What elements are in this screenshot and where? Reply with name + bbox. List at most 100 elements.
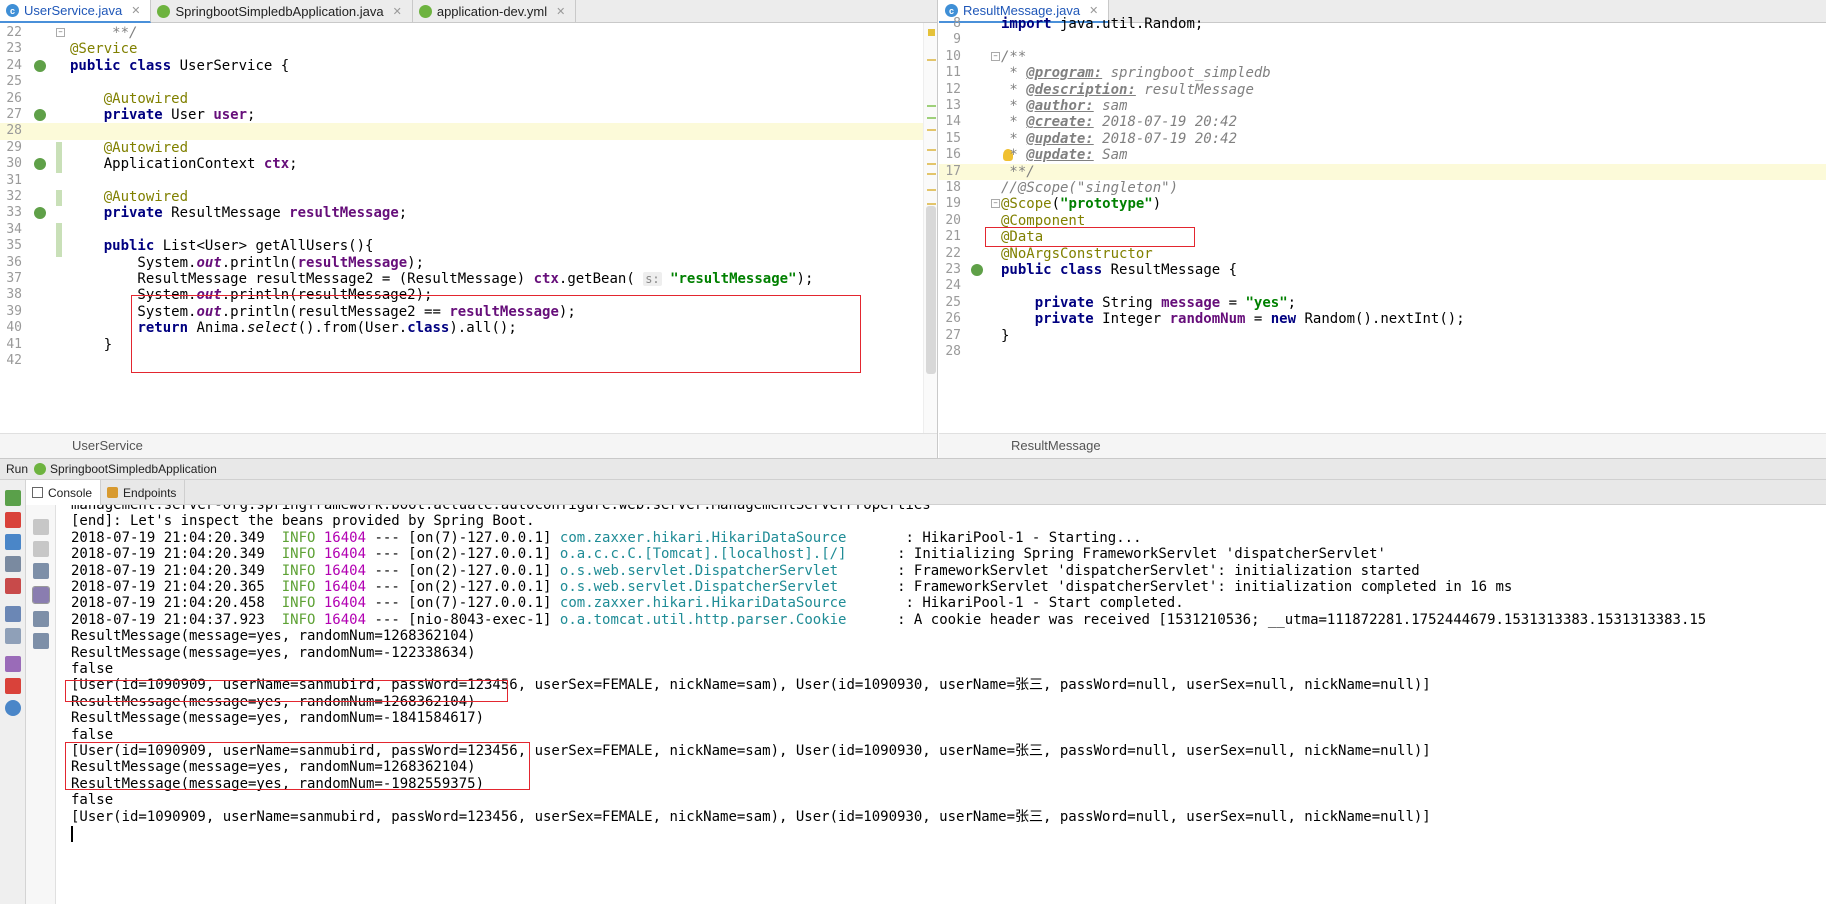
up-arrow-icon[interactable] (33, 519, 49, 535)
code-line[interactable]: 24 (939, 278, 1826, 294)
close-icon[interactable]: ✕ (393, 5, 402, 18)
tab-springbootsimpledbapplication-java[interactable]: SpringbootSimpledbApplication.java ✕ (151, 0, 413, 23)
code-line[interactable]: 29 @Autowired (0, 140, 937, 156)
code-line[interactable]: 32 @Autowired (0, 189, 937, 205)
code-line[interactable]: 8 import java.util.Random; (939, 16, 1826, 32)
spring-bean-icon[interactable] (971, 264, 983, 276)
line-number: 25 (6, 74, 22, 90)
vcs-change-marker[interactable] (56, 223, 62, 257)
code-line[interactable]: 22 − **/ (0, 25, 937, 41)
console-line: ResultMessage(message=yes, randomNum=-18… (71, 710, 484, 726)
code-token: ; (247, 107, 256, 123)
fold-icon[interactable]: − (991, 199, 1000, 209)
tab-application-dev-yml[interactable]: application-dev.yml ✕ (413, 0, 577, 23)
line-number: 28 (6, 123, 22, 139)
spring-icon (157, 5, 171, 18)
code-line[interactable]: 12 * @description: resultMessage (939, 82, 1826, 98)
code-line[interactable]: 27 private User user; (0, 107, 937, 123)
spring-bean-icon[interactable] (34, 109, 46, 121)
camera-icon[interactable] (5, 556, 21, 572)
code-line[interactable]: 37 ResultMessage resultMessage2 = (Resul… (0, 271, 937, 287)
down-arrow-icon[interactable] (33, 541, 49, 557)
code-line[interactable]: 9 (939, 32, 1826, 48)
code-line[interactable]: 16 * @update: Sam (939, 147, 1826, 163)
breadcrumb-class[interactable]: ResultMessage (939, 438, 1101, 453)
tab-userservice-java[interactable]: c UserService.java ✕ (0, 0, 152, 23)
console-icon (32, 487, 43, 498)
rerun-icon[interactable] (5, 490, 21, 506)
code-line[interactable]: 14 * @create: 2018-07-19 20:42 (939, 114, 1826, 130)
code-line[interactable]: 28 (939, 344, 1826, 360)
line-number: 22 (6, 25, 22, 40)
code-line[interactable]: 17 **/ (939, 163, 1826, 180)
line-number: 27 (945, 327, 961, 343)
editor-left-scroll-markers[interactable] (923, 23, 937, 433)
code-line[interactable]: 10 −/** (939, 49, 1826, 65)
pause-icon[interactable] (5, 534, 21, 550)
console-token: 2018-07-19 21:04:20.458 (71, 595, 282, 612)
code-line[interactable]: 22 @NoArgsConstructor (939, 246, 1826, 262)
code-line[interactable]: 15 * @update: 2018-07-19 20:42 (939, 131, 1826, 147)
layout-icon[interactable] (5, 606, 21, 622)
tab-console[interactable]: Console (26, 480, 102, 505)
fold-icon[interactable]: − (991, 51, 1000, 61)
line-number: 23 (6, 41, 22, 57)
code-line[interactable]: 36 System.out.println(resultMessage); (0, 255, 937, 271)
trash-icon[interactable] (33, 633, 49, 649)
spring-bean-icon[interactable] (34, 207, 46, 220)
spring-bean-icon[interactable] (34, 59, 46, 72)
console-output[interactable]: management.server-org.springframework.bo… (56, 505, 1826, 904)
tab-endpoints[interactable]: Endpoints (101, 480, 186, 505)
exit-icon[interactable] (5, 578, 21, 594)
console-token: 2018-07-19 21:04:20.349 (71, 562, 282, 579)
close-icon[interactable]: ✕ (131, 4, 140, 17)
console-token: com.zaxxer.hikari.HikariDataSource (559, 595, 898, 612)
fold-icon[interactable]: − (56, 28, 65, 37)
code-text: public List<User> getAllUsers(){ (70, 238, 374, 254)
code-line[interactable]: 25 (0, 74, 937, 90)
tab-label: SpringbootSimpledbApplication.java (175, 4, 384, 19)
code-line[interactable]: 25 private String message = "yes"; (939, 295, 1826, 311)
code-text: public class ResultMessage { (1001, 262, 1237, 278)
breadcrumb-class[interactable]: UserService (0, 438, 143, 453)
editor-right-breadcrumb[interactable]: ResultMessage (939, 433, 1826, 458)
code-line[interactable]: 11 * @program: springboot_simpledb (939, 65, 1826, 81)
close-icon[interactable] (5, 678, 21, 694)
code-line[interactable]: 26 @Autowired (0, 91, 937, 107)
code-token: message (1161, 294, 1221, 311)
code-line[interactable]: 33 private ResultMessage resultMessage; (0, 205, 937, 221)
code-token: User (162, 107, 214, 123)
scroll-to-end-icon[interactable] (32, 586, 50, 604)
code-line[interactable]: 31 (0, 173, 937, 189)
print-icon[interactable] (33, 611, 49, 627)
pin-icon[interactable] (5, 656, 21, 672)
console-token: INFO (281, 579, 316, 595)
run-config-name[interactable]: SpringbootSimpledbApplication (50, 462, 217, 476)
vcs-change-marker[interactable] (56, 190, 62, 206)
code-line[interactable]: 27} (939, 328, 1826, 344)
code-line[interactable]: 19 − @Scope("prototype") (939, 196, 1826, 212)
code-line[interactable]: 28 (0, 123, 937, 140)
code-token: @program: (1026, 65, 1103, 82)
code-token: @description: (1026, 81, 1136, 98)
stop-icon[interactable] (5, 512, 21, 528)
code-line[interactable]: 30 ApplicationContext ctx; (0, 156, 937, 172)
settings-icon[interactable] (5, 628, 21, 644)
code-line[interactable]: 18 //@Scope("singleton") (939, 180, 1826, 196)
vcs-change-marker[interactable] (56, 142, 62, 158)
wrap-icon[interactable] (33, 563, 49, 579)
code-line[interactable]: 23 @Service (0, 41, 937, 57)
code-line[interactable]: 34 (0, 222, 937, 238)
code-line[interactable]: 24 public class UserService { (0, 58, 937, 74)
annotation-box-output-2 (65, 742, 530, 790)
editor-left-breadcrumb[interactable]: UserService (0, 433, 937, 458)
close-icon[interactable]: ✕ (556, 5, 565, 18)
help-icon[interactable] (5, 700, 21, 716)
code-line[interactable]: 23 public class ResultMessage { (939, 262, 1826, 278)
code-line[interactable]: 13 * @author: sam (939, 98, 1826, 114)
vcs-change-marker[interactable] (56, 157, 62, 173)
code-line[interactable]: 35 public List<User> getAllUsers(){ (0, 238, 937, 254)
code-line[interactable]: 26 private Integer randomNum = new Rando… (939, 311, 1826, 327)
spring-bean-icon[interactable] (34, 158, 46, 171)
